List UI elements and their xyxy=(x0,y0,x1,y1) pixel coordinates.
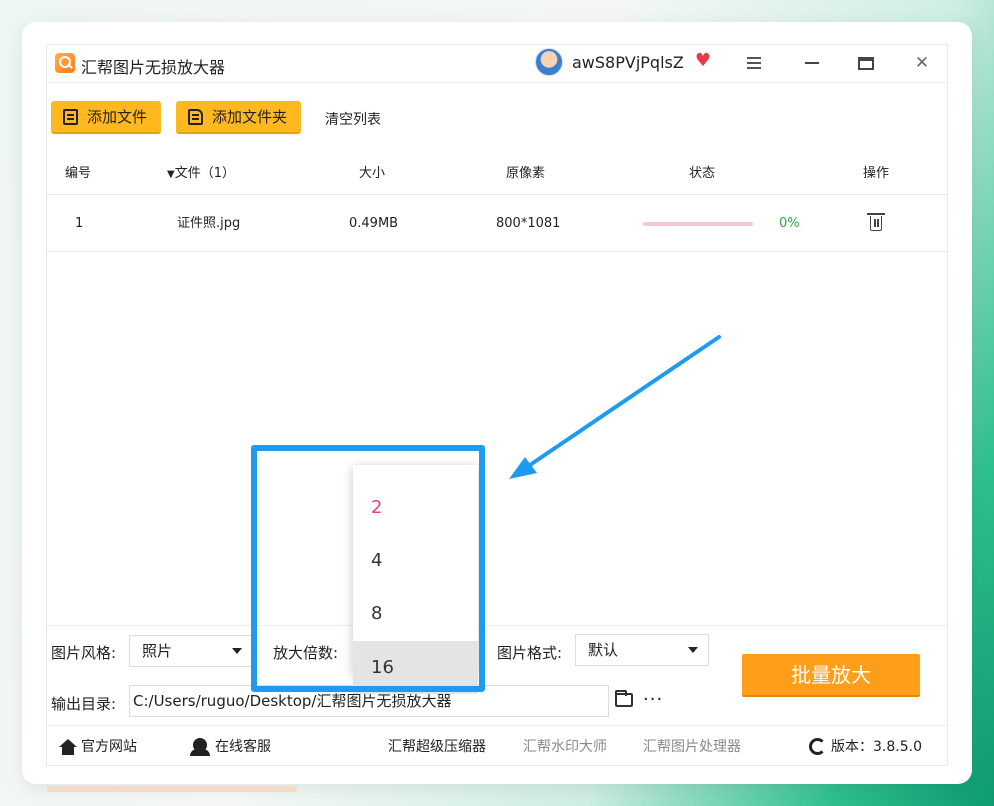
compressor-link[interactable]: 汇帮超级压缩器 xyxy=(388,726,486,768)
annotation-highlight-box xyxy=(251,445,485,692)
service-link[interactable]: 在线客服 xyxy=(215,726,271,768)
home-icon xyxy=(59,739,77,755)
style-label: 图片风格: xyxy=(51,644,117,662)
website-link[interactable]: 官方网站 xyxy=(81,726,137,768)
open-folder-icon[interactable] xyxy=(615,690,633,707)
format-label: 图片格式: xyxy=(497,644,563,662)
style-select[interactable]: 照片 xyxy=(129,635,253,667)
version-text: 版本：3.8.5.0 xyxy=(831,739,922,755)
format-select[interactable]: 默认 xyxy=(575,634,709,666)
image-processor-link[interactable]: 汇帮图片处理器 xyxy=(643,726,741,768)
background-strip xyxy=(47,786,297,792)
watermark-link[interactable]: 汇帮水印大师 xyxy=(523,726,607,768)
app-window: 汇帮图片无损放大器 awS8PVjPqlsZ ♥ ✕ 添加文件 添加文件夹 清空… xyxy=(46,44,948,766)
customer-service-icon xyxy=(190,738,210,756)
batch-enlarge-button[interactable]: 批量放大 xyxy=(742,654,920,697)
chevron-down-icon xyxy=(232,648,242,654)
divider xyxy=(47,625,947,626)
more-icon[interactable]: ··· xyxy=(643,689,663,710)
chevron-down-icon xyxy=(688,647,698,653)
format-value: 默认 xyxy=(588,641,619,659)
footer: 官方网站 在线客服 汇帮超级压缩器 汇帮水印大师 汇帮图片处理器 版本：3.8.… xyxy=(47,725,947,767)
style-value: 照片 xyxy=(142,642,173,660)
refresh-icon[interactable] xyxy=(809,738,826,755)
output-label: 输出目录: xyxy=(51,695,117,713)
